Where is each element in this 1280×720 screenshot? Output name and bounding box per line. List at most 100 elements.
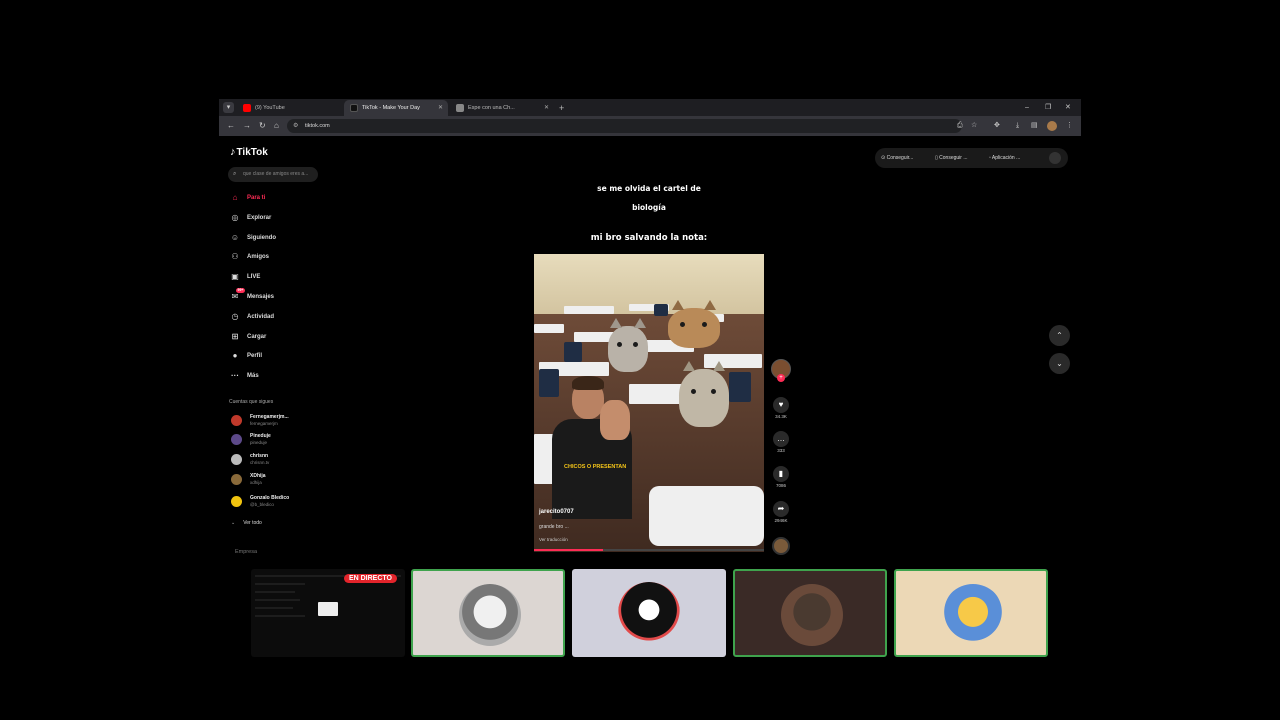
tab-search-icon[interactable]: ▾	[223, 102, 234, 113]
cat	[668, 300, 720, 348]
cat-eye	[617, 342, 622, 347]
minimize-icon[interactable]: –	[1025, 100, 1029, 116]
nav-label: Mensajes	[247, 293, 275, 300]
sidebar-item-perfil[interactable]: ● Perfil	[229, 350, 276, 370]
upload-icon: ⊞	[231, 331, 239, 341]
browser-menu-icon[interactable]: ⋮	[1066, 120, 1073, 132]
save-button[interactable]: ▮ 7086	[771, 466, 791, 488]
messages-badge: 99+	[236, 287, 245, 293]
user-avatar[interactable]	[1049, 152, 1061, 164]
sidebar-nav: ⌂ Para ti ◎ Explorar ☺ Siguiendo ⚇ Amigos ▣ L…	[229, 192, 276, 390]
video-description: grande bro ...	[539, 524, 569, 530]
save-count: 7086	[775, 483, 786, 488]
sidebar-item-cargar[interactable]: ⊞ Cargar	[229, 331, 276, 351]
video-caption-top: se me olvida el cartel de biología	[519, 179, 779, 217]
back-icon[interactable]: ←	[227, 120, 235, 132]
like-count: 34.3K	[775, 414, 787, 419]
tab-label: Espe con una Ch...	[468, 105, 515, 111]
close-window-icon[interactable]: ✕	[1065, 100, 1071, 116]
tab-other[interactable]: Espe con una Ch... ✕	[450, 100, 554, 116]
stream-screen-tile[interactable]: EN DIRECTO	[251, 569, 405, 657]
avatar	[231, 415, 242, 426]
see-translation-link[interactable]: Ver traducción	[539, 537, 568, 542]
video-player[interactable]: CHICOS O PRESENTAN jarecito0707 grande b…	[534, 254, 764, 552]
profile-icon: ●	[232, 351, 238, 361]
address-bar-row: ← → ↻ ⌂ ⚙ tiktok.com ⎙ ☆ ✥ ⤓ ▤ ⋮	[219, 116, 1081, 136]
sidebar-item-actividad[interactable]: ◷ Actividad	[229, 311, 276, 331]
bookmark-star-icon[interactable]: ☆	[971, 120, 977, 132]
cat-eye	[711, 389, 716, 394]
heart-icon: ♥	[773, 397, 789, 413]
app-button[interactable]: ▫ Aplicación ...	[989, 148, 1020, 168]
participant-tile[interactable]	[733, 569, 887, 657]
participant-tile[interactable]	[572, 569, 726, 657]
video-progress-bar[interactable]	[534, 549, 764, 551]
participant-tile[interactable]	[411, 569, 565, 657]
tab-youtube[interactable]: (9) YouTube ✕	[237, 100, 361, 116]
account-name: XDhija	[250, 473, 266, 479]
tab-label: TikTok - Make Your Day	[362, 105, 420, 111]
avatar	[231, 474, 242, 485]
preview-line	[255, 607, 293, 609]
account-handle: pineduje	[250, 440, 268, 445]
account-name: Fernegamerjm...	[250, 414, 289, 420]
nav-label: Amigos	[247, 254, 270, 261]
cat-ear	[610, 318, 622, 328]
share-button[interactable]: ➦ 2946K	[771, 501, 791, 523]
shirt-text: CHICOS O PRESENTAN	[564, 464, 627, 470]
install-icon[interactable]: ⎙	[957, 120, 963, 132]
music-disc-icon[interactable]	[772, 537, 790, 555]
video-username[interactable]: jarecito0707	[539, 509, 574, 515]
new-tab-icon[interactable]: +	[559, 100, 564, 116]
like-button[interactable]: ♥ 34.3K	[771, 397, 791, 419]
preview-line	[255, 615, 305, 617]
close-tab-icon[interactable]: ✕	[544, 100, 549, 116]
download-icon[interactable]: ⤓	[1016, 120, 1019, 132]
page-favicon-icon	[456, 104, 464, 112]
sidebar-item-mas[interactable]: ··· Más	[229, 370, 276, 390]
comment-button[interactable]: … 333	[771, 431, 791, 453]
participant-avatar	[942, 584, 1004, 646]
sidebar-item-mensajes[interactable]: ✉ 99+ Mensajes	[229, 287, 276, 311]
sidebar-item-para-ti[interactable]: ⌂ Para ti	[229, 192, 276, 212]
sidebar-item-siguiendo[interactable]: ☺ Siguiendo	[229, 232, 276, 252]
sidebar-item-amigos[interactable]: ⚇ Amigos	[229, 251, 276, 271]
button-label: Aplicación ...	[991, 155, 1021, 161]
next-video-button[interactable]: ⌄	[1049, 353, 1070, 374]
forward-icon[interactable]: →	[243, 120, 251, 132]
reload-icon[interactable]: ↻	[259, 120, 266, 132]
chair	[654, 304, 668, 316]
sidebar-item-explorar[interactable]: ◎ Explorar	[229, 212, 276, 232]
follow-plus-icon[interactable]: +	[777, 374, 785, 382]
home-browser-icon[interactable]: ⌂	[274, 120, 279, 132]
site-info-icon[interactable]: ⚙	[293, 119, 298, 133]
chevron-up-icon: ⌃	[1056, 331, 1063, 340]
extensions-icon[interactable]: ✥	[994, 120, 1000, 132]
tiktok-logo[interactable]: ♪TikTok	[230, 146, 268, 158]
sidepanel-icon[interactable]: ▤	[1031, 120, 1038, 132]
participant-tile[interactable]	[894, 569, 1048, 657]
company-link[interactable]: Empresa	[235, 549, 257, 555]
get-app-button[interactable]: ▯ Conseguir ...	[935, 148, 968, 168]
tab-tiktok[interactable]: TikTok - Make Your Day ✕	[344, 100, 448, 116]
monitor-icon	[318, 602, 338, 616]
comment-count: 333	[777, 448, 785, 453]
profile-avatar-icon[interactable]	[1047, 121, 1057, 131]
close-tab-icon[interactable]: ✕	[438, 100, 443, 116]
tiktok-note-icon: ♪	[230, 146, 236, 158]
see-all-link[interactable]: ⌄ Ver todo	[231, 520, 262, 526]
search-input[interactable]: ⌕ que clase de amigos eres a...	[228, 167, 318, 182]
chevron-down-icon: ⌄	[1056, 359, 1063, 368]
maximize-icon[interactable]: ❐	[1045, 100, 1051, 116]
account-name: Pineduje	[250, 433, 271, 439]
friends-icon: ⚇	[231, 252, 239, 262]
get-coins-button[interactable]: ⊙ Conseguir...	[881, 148, 913, 168]
person-hair	[572, 376, 604, 390]
cat-ear	[713, 361, 725, 371]
previous-video-button[interactable]: ⌃	[1049, 325, 1070, 346]
participant-avatar	[618, 582, 680, 644]
cat-ear	[704, 300, 716, 310]
url-input[interactable]: ⚙ tiktok.com	[287, 119, 962, 133]
participant-avatar	[781, 584, 843, 646]
following-header: Cuentas que sigues	[229, 399, 274, 405]
